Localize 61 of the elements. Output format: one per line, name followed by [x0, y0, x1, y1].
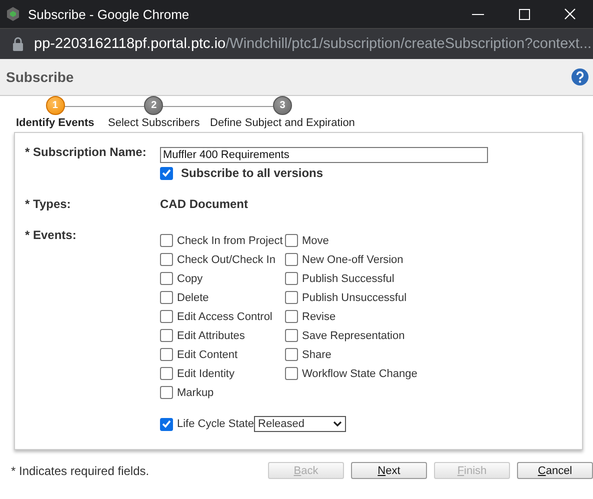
- checkbox-label: Publish Successful: [302, 272, 394, 284]
- field-label: * Subscription Name:: [25, 145, 148, 161]
- lock-icon: [12, 37, 24, 51]
- checkbox[interactable]: [285, 329, 298, 342]
- checkbox-label: Revise: [302, 310, 336, 322]
- help-icon[interactable]: [571, 68, 589, 86]
- checkbox[interactable]: [285, 367, 298, 380]
- checkbox-label: Workflow State Change: [302, 368, 418, 380]
- checkbox[interactable]: [285, 253, 298, 266]
- wizard-button[interactable]: Next: [351, 462, 427, 479]
- maximize-icon[interactable]: [518, 8, 530, 20]
- checkbox-label: Check In from Project: [177, 234, 283, 246]
- step-number: 1: [46, 96, 65, 115]
- field-label: * Types:: [25, 197, 72, 211]
- checkbox-label: Check Out/Check In: [177, 254, 276, 266]
- step-number: 2: [144, 96, 164, 115]
- checkbox-label: Edit Attributes: [177, 330, 245, 342]
- checkbox[interactable]: [285, 234, 298, 247]
- checkbox[interactable]: [160, 253, 173, 266]
- checkbox[interactable]: [160, 234, 173, 247]
- subscription-name-field[interactable]: Muffler 400 Requirements: [160, 147, 488, 163]
- step-label[interactable]: Define Subject and Expiration: [210, 117, 355, 129]
- checkbox[interactable]: [160, 348, 173, 361]
- checkbox-label: Move: [302, 234, 329, 246]
- checkbox[interactable]: [160, 386, 173, 399]
- checkbox-label: Publish Unsuccessful: [302, 292, 407, 304]
- close-icon[interactable]: [564, 8, 576, 20]
- checkbox-label: Edit Identity: [177, 368, 234, 380]
- checkbox-label: Save Representation: [302, 330, 405, 342]
- checkbox[interactable]: [285, 310, 298, 323]
- checkbox[interactable]: [160, 310, 173, 323]
- checkbox[interactable]: [160, 166, 173, 180]
- checkbox[interactable]: [285, 272, 298, 285]
- checkbox-label: Edit Access Control: [177, 310, 272, 322]
- checkbox[interactable]: [285, 291, 298, 304]
- checkbox[interactable]: [160, 272, 173, 285]
- step-label[interactable]: Identify Events: [16, 117, 94, 129]
- checkbox[interactable]: [160, 329, 173, 342]
- checkbox-label: Markup: [177, 386, 214, 398]
- checkbox-label: Life Cycle State: [177, 418, 254, 430]
- checkbox-label: Subscribe to all versions: [181, 166, 324, 180]
- checkbox-label: Edit Content: [177, 348, 238, 360]
- checkbox[interactable]: [160, 367, 173, 380]
- step-number: 3: [272, 96, 292, 115]
- checkbox[interactable]: [160, 418, 173, 430]
- caret-icon: [333, 421, 342, 427]
- page-title: Subscribe: [6, 69, 74, 85]
- wizard-button[interactable]: Cancel: [517, 462, 593, 479]
- checkbox-label: New One-off Version: [302, 254, 404, 266]
- app-icon: [6, 7, 20, 21]
- checkbox-label: Delete: [177, 292, 209, 304]
- state-dropdown[interactable]: Released: [254, 416, 346, 432]
- step-label[interactable]: Select Subscribers: [108, 117, 200, 129]
- checkbox-label: Share: [302, 348, 332, 360]
- required-note: * Indicates required fields.: [11, 464, 150, 478]
- field-label: * Events:: [25, 228, 78, 244]
- checkbox[interactable]: [285, 348, 298, 361]
- checkbox-label: Copy: [177, 272, 203, 284]
- checkbox[interactable]: [160, 291, 173, 304]
- types-value: CAD Document: [160, 197, 248, 211]
- window-title: Subscribe - Google Chrome: [28, 6, 190, 22]
